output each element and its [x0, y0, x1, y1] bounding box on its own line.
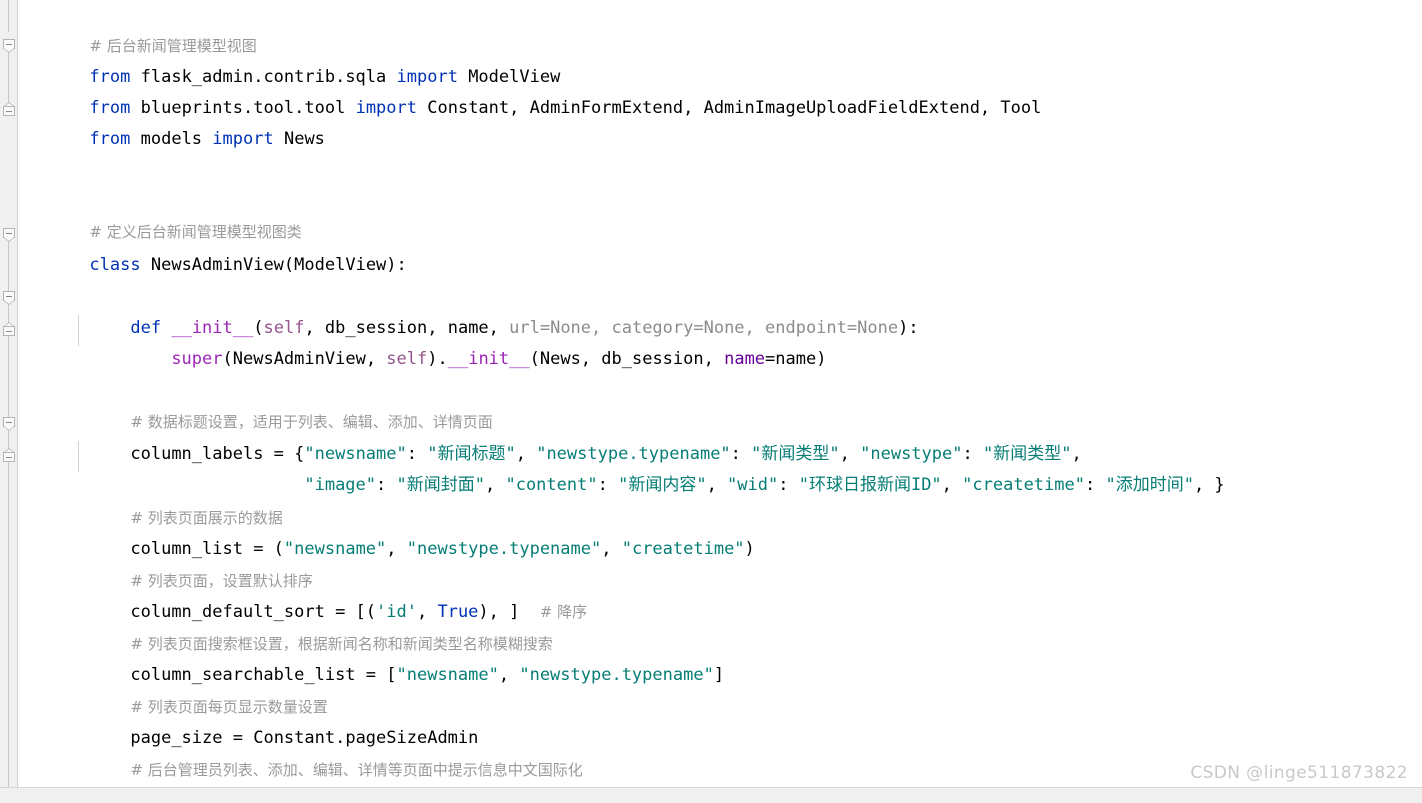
keyword-class: class	[89, 255, 141, 275]
fold-chevron-down-icon	[3, 426, 15, 431]
keyword-import: import	[212, 129, 274, 149]
fold-marker-imports-end[interactable]	[3, 102, 15, 116]
code-line-4[interactable]: from models import News	[18, 93, 325, 149]
fold-marker-imports-start[interactable]	[3, 39, 15, 53]
code-editor[interactable]: # 后台新闻管理模型视图 from flask_admin.contrib.sq…	[0, 0, 1422, 803]
code-line-15[interactable]: "image": "新闻封面", "content": "新闻内容", "wid…	[18, 439, 1224, 495]
dict-val-wid: "环球日报新闻ID"	[798, 475, 942, 495]
paren: (	[283, 255, 295, 275]
code-line-19[interactable]: column_default_sort = [('id', True), ] #…	[18, 566, 587, 622]
list-item-newsname: "newsname"	[396, 665, 499, 685]
comma: ,	[386, 539, 407, 559]
code-content[interactable]: # 后台新闻管理模型视图 from flask_admin.contrib.sq…	[18, 0, 1422, 803]
keyword-import: import	[355, 98, 417, 118]
code-line-17[interactable]: column_list = ("newsname", "newstype.typ…	[18, 503, 754, 559]
keyword-from: from	[89, 129, 131, 149]
colon: :	[1084, 475, 1106, 495]
code-line-11[interactable]: super(NewsAdminView, self).__init__(News…	[18, 313, 826, 369]
module-path: models	[140, 129, 203, 149]
fold-marker-class-start[interactable]	[3, 228, 15, 242]
code-line-25[interactable]: form_base_class = AdminFormExtend	[18, 755, 468, 803]
paren-colon: ):	[386, 255, 407, 275]
code-line-21[interactable]: column_searchable_list = ["newsname", "n…	[18, 629, 724, 685]
fold-chevron-down-icon	[3, 300, 15, 305]
fold-box-icon	[3, 326, 15, 336]
colon: :	[597, 475, 619, 495]
code-line-8[interactable]: class NewsAdminView(ModelView):	[18, 219, 406, 275]
kwarg-value: =name)	[765, 349, 827, 369]
code-line-5[interactable]	[18, 124, 28, 155]
assign: = [	[355, 665, 397, 685]
code-line-2[interactable]: from flask_admin.contrib.sqla import Mod…	[18, 31, 560, 87]
paren-colon: ):	[898, 318, 919, 338]
imported-name: News	[283, 129, 325, 149]
code-line-10[interactable]: def __init__(self, db_session, name, url…	[18, 282, 918, 338]
tuple-item-createtime: "createtime"	[621, 539, 745, 559]
dict-val-image: "新闻封面"	[396, 475, 485, 495]
dict-key-wid: "wid"	[727, 475, 779, 495]
code-line-6[interactable]	[18, 155, 28, 186]
code-line-24[interactable]: # 后台管理员列表、添加、编辑、详情等页面中提示信息中文国际化	[18, 724, 582, 779]
comma: ,	[941, 475, 963, 495]
editor-bottom-strip	[0, 788, 1422, 803]
close-brace: , }	[1193, 475, 1225, 495]
comma: ,	[365, 349, 387, 369]
code-line-13[interactable]: # 数据标题设置，适用于列表、编辑、添加、详情页面	[18, 376, 492, 431]
dict-val-createtime: "添加时间"	[1105, 475, 1194, 495]
args: (News, db_session,	[529, 349, 725, 369]
code-line-12[interactable]	[18, 344, 28, 375]
code-line-14[interactable]: column_labels = {"newsname": "新闻标题", "ne…	[18, 408, 1081, 464]
fold-box-icon	[3, 106, 15, 116]
code-line-3[interactable]: from blueprints.tool.tool import Constan…	[18, 62, 1041, 118]
comma: ,	[601, 539, 622, 559]
class-name: NewsAdminView	[150, 255, 284, 275]
csdn-watermark: CSDN @linge511873822	[1190, 763, 1408, 783]
colon: :	[778, 475, 799, 495]
builtin-super: super	[171, 349, 223, 369]
code-line-16[interactable]: # 列表页面展示的数据	[18, 472, 282, 527]
code-line-22[interactable]: # 列表页面每页显示数量设置	[18, 661, 327, 716]
comma: ,	[484, 475, 506, 495]
comma: ,	[706, 475, 728, 495]
fold-box-icon	[3, 452, 15, 462]
fold-marker-init-start[interactable]	[3, 291, 15, 305]
fold-marker-labels-end[interactable]	[3, 448, 15, 462]
dict-key-createtime: "createtime"	[962, 475, 1085, 495]
dict-val-content: "新闻内容"	[618, 475, 707, 495]
dict-key-content: "content"	[505, 475, 598, 495]
code-line-20[interactable]: # 列表页面搜索框设置，根据新闻名称和新闻类型名称模糊搜索	[18, 598, 552, 653]
fold-rail-top	[8, 0, 9, 32]
code-line-9[interactable]	[18, 250, 28, 281]
list-item-newstype-typename: "newstype.typename"	[519, 665, 714, 685]
fold-chevron-down-icon	[3, 237, 15, 242]
fold-marker-labels-start[interactable]	[3, 417, 15, 431]
close-bracket: ]	[713, 665, 725, 685]
code-line-23[interactable]: page_size = Constant.pageSizeAdmin	[18, 692, 478, 748]
paren: (	[222, 349, 233, 369]
fold-marker-init-end[interactable]	[3, 322, 15, 336]
colon: :	[376, 475, 397, 495]
kwarg-name: name	[724, 349, 766, 369]
base-class: ModelView	[294, 255, 387, 275]
dict-key-image: "image"	[304, 475, 377, 495]
code-line-18[interactable]: # 列表页面，设置默认排序	[18, 535, 312, 590]
close-paren: )	[744, 539, 755, 559]
code-line-1[interactable]: # 后台新闻管理模型视图	[18, 0, 256, 55]
param-self: self	[386, 349, 428, 369]
comma: ,	[498, 665, 520, 685]
tuple-item-newstype-typename: "newstype.typename"	[406, 539, 602, 559]
imported-names: Constant, AdminFormExtend, AdminImageUpl…	[427, 98, 1042, 118]
fold-chevron-down-icon	[3, 48, 15, 53]
class-ref: NewsAdminView	[232, 349, 366, 369]
method-init: __init__	[447, 349, 530, 369]
code-line-7[interactable]: # 定义后台新闻管理模型视图类	[18, 186, 301, 241]
paren-dot: ).	[427, 349, 448, 369]
